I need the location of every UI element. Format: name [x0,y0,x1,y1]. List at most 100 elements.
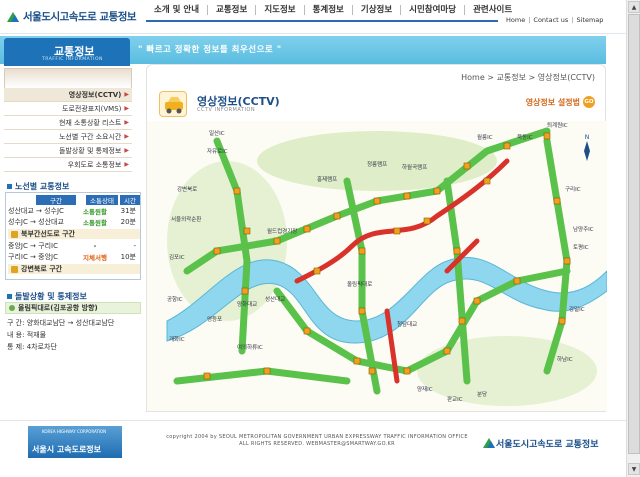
cctv-camera-icon[interactable] [553,197,561,205]
map-place-label: 강변북로 [177,185,197,193]
util-contact-link[interactable]: Contact us [533,16,568,24]
cctv-map-svg[interactable]: N 일산IC 자유로IC 강변북로서울외곽순환김포IC 월드컵경기장성산대교양화대교 홍… [147,121,608,411]
route-section-label: 북부간선도로 구간 [21,230,75,238]
map-place-label: 하월곡램프 [402,163,427,171]
gnb-item-about[interactable]: 소개 및 안내 [146,5,207,15]
go-button[interactable]: GO [583,96,595,108]
cctv-car-icon [159,91,187,117]
cctv-camera-icon[interactable] [503,142,511,150]
route-time: 20분 [120,218,136,226]
scroll-thumb[interactable] [628,14,640,454]
route-section-header: 북부간선도로 구간 [8,229,140,239]
cctv-camera-icon[interactable] [463,162,471,170]
map-place-label: 여의하류IC [237,343,263,351]
cctv-camera-icon[interactable] [203,372,211,380]
cctv-camera-icon[interactable] [543,132,551,140]
route-row[interactable]: 성수JC → 성산대교 소통원활 20분 [8,217,140,227]
cctv-camera-icon[interactable] [433,187,441,195]
side-menu-item-incidents[interactable]: 돌발상황 및 통제정보 ▶ [4,144,132,158]
cctv-camera-icon[interactable] [453,247,461,255]
map-place-label: 성산대교 [265,295,285,303]
side-menu-label: 돌발상황 및 통제정보 [58,146,122,155]
route-status: - [93,242,97,250]
cctv-camera-icon[interactable] [303,327,311,335]
cctv-camera-icon[interactable] [563,257,571,265]
gnb-item-stats[interactable]: 통계정보 [303,5,352,15]
side-menu-item-vms[interactable]: 도로전광표지(VMS) ▶ [4,102,132,116]
cctv-camera-icon[interactable] [403,367,411,375]
util-sitemap-link[interactable]: Sitemap [576,16,603,24]
copyright-line: ALL RIGHTS RESERVED. WEBMASTER@SMARTWAY.… [239,441,395,447]
side-menu-item-current-list[interactable]: 현재 소통상황 리스트 ▶ [4,116,132,130]
gnb-item-citizen[interactable]: 시민참여마당 [400,5,464,15]
copyright: copyright 2004 by SEOUL METROPOLITAN GOV… [162,434,472,448]
util-home-link[interactable]: Home [506,16,525,24]
route-status: 소통원활 [83,208,107,216]
cctv-camera-icon[interactable] [243,227,251,235]
routes-header-section: 구간 [36,195,76,205]
gnb-item-links[interactable]: 관련사이트 [464,5,520,15]
cctv-camera-icon[interactable] [423,217,431,225]
cctv-camera-icon[interactable] [443,347,451,355]
gnb-item-map[interactable]: 지도정보 [255,5,303,15]
routes-header-status: 소통상태 [86,195,118,205]
map-place-label: 퇴계원IC [547,121,568,129]
cctv-camera-icon[interactable] [358,247,366,255]
cctv-camera-icon[interactable] [233,187,241,195]
site-header: 서울도시고속도로 교통정보 소개 및 안내 교통정보 지도정보 통계정보 기상정… [0,0,626,34]
map-place-label: 하남IC [557,355,573,363]
footer-logo[interactable]: 서울도시고속도로 교통정보 [482,436,599,450]
copyright-line: copyright 2004 by SEOUL METROPOLITAN GOV… [166,434,468,440]
map-place-label: 공항IC [167,295,183,303]
cctv-camera-icon[interactable] [513,277,521,285]
cctv-camera-icon[interactable] [403,192,411,200]
cctv-camera-icon[interactable] [313,267,321,275]
route-row[interactable]: 성산대교 → 성수JC 소통원활 31분 [8,206,140,216]
footer-banner[interactable]: KOREA HIGHWAY CORPORATION 서울시 고속도로정보 [28,426,122,458]
event-line: 내 용: 적재물 [7,331,47,339]
route-row[interactable]: 중앙JC → 구리IC - - [8,241,140,251]
cctv-camera-icon[interactable] [373,197,381,205]
breadcrumb: Home > 교통정보 > 영상정보(CCTV) [461,73,595,82]
cctv-camera-icon[interactable] [358,307,366,315]
cctv-guide-link[interactable]: 영상정보 설정법 GO [526,96,595,108]
footer-logo-mark-icon [483,438,495,448]
map-place-label: 양재IC [417,385,433,393]
cctv-camera-icon[interactable] [263,367,271,375]
gnb-item-weather[interactable]: 기상정보 [351,5,400,15]
cctv-camera-icon[interactable] [333,212,341,220]
footer-logo-text: 서울도시고속도로 교통정보 [496,439,599,450]
side-menu-item-route-time[interactable]: 노선별 구간 소요시간 ▶ [4,130,132,144]
cctv-camera-icon[interactable] [273,237,281,245]
cctv-camera-icon[interactable] [393,227,401,235]
side-menu-item-detour[interactable]: 우회도로 소통정보 ▶ [4,158,132,172]
arrow-right-icon: ▶ [124,105,129,112]
cctv-camera-icon[interactable] [353,357,361,365]
side-menu-item-cctv[interactable]: 영상정보(CCTV) ▶ [4,88,132,102]
map-place-label: 월드컵경기장 [267,227,297,235]
gnb-item-traffic[interactable]: 교통정보 [207,5,255,15]
cctv-camera-icon[interactable] [368,367,376,375]
side-menu: 영상정보(CCTV) ▶ 도로전광표지(VMS) ▶ 현재 소통상황 리스트 ▶ 노선… [4,88,132,172]
route-time: - [133,242,136,250]
cctv-map[interactable]: N 일산IC 자유로IC 강변북로 서울외곽순환 김포IC 월드컵경기장 성산대교 양화대교 홍… [147,121,608,411]
vertical-scrollbar[interactable]: ▲ ▼ [626,0,640,477]
map-place-label: 분당 [477,391,487,398]
side-menu-label: 우회도로 소통정보 [67,160,122,169]
cctv-camera-icon[interactable] [458,317,466,325]
cctv-camera-icon[interactable] [473,297,481,305]
cctv-camera-icon[interactable] [303,225,311,233]
section-slogan: " 빠르고 정확한 정보를 최우선으로 " [138,45,282,55]
event-dot-icon [9,305,15,311]
cctv-camera-icon[interactable] [241,287,249,295]
route-row[interactable]: 구리IC → 중앙JC 지체서행 10분 [8,252,140,262]
scroll-up-button[interactable]: ▲ [628,1,640,13]
events-title: 돌발상황 및 통제정보 [7,291,87,302]
cctv-camera-icon[interactable] [213,247,221,255]
site-logo[interactable]: 서울도시고속도로 교통정보 [6,9,137,24]
event-item-title[interactable]: 올림픽대로(김포공항 방향) [5,302,141,314]
cctv-camera-icon[interactable] [558,317,566,325]
cctv-camera-icon[interactable] [483,177,491,185]
scroll-down-button[interactable]: ▼ [628,463,640,475]
event-line: 통 제: 4차로차단 [7,343,57,351]
